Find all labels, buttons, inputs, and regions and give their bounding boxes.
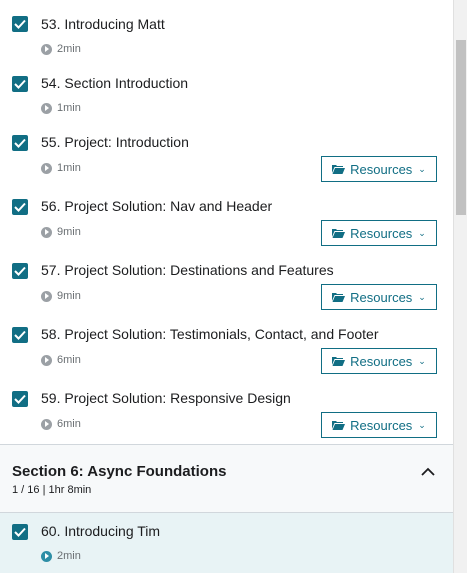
folder-open-icon	[332, 164, 346, 174]
resources-label: Resources	[350, 161, 413, 177]
lecture-meta: 9min	[41, 289, 81, 303]
completed-checkbox[interactable]	[12, 199, 28, 215]
lecture-meta: 9min	[41, 225, 81, 239]
chevron-up-icon[interactable]	[420, 465, 436, 477]
lecture-item[interactable]: 55. Project: Introduction 1min Resources…	[0, 124, 453, 188]
lecture-meta: 2min	[41, 42, 81, 56]
chevron-down-icon: ⌄	[418, 355, 426, 366]
folder-open-icon	[332, 420, 346, 430]
completed-checkbox[interactable]	[12, 135, 28, 151]
play-icon	[41, 354, 52, 366]
resources-button[interactable]: Resources ⌄	[321, 220, 437, 246]
lecture-item[interactable]: 57. Project Solution: Destinations and F…	[0, 252, 453, 316]
chevron-down-icon: ⌄	[418, 227, 426, 238]
lecture-meta: 1min	[41, 101, 81, 115]
resources-button[interactable]: Resources ⌄	[321, 284, 437, 310]
resources-button[interactable]: Resources ⌄	[321, 156, 437, 182]
chevron-down-icon: ⌄	[418, 163, 426, 174]
lecture-title: 55. Project: Introduction	[41, 134, 189, 150]
lecture-duration: 9min	[57, 226, 81, 238]
lecture-item[interactable]: 54. Section Introduction 1min	[0, 62, 453, 124]
section-header[interactable]: Section 6: Async Foundations 1 / 16 | 1h…	[0, 444, 453, 513]
lecture-meta: 2min	[41, 549, 81, 563]
lecture-item[interactable]: 59. Project Solution: Responsive Design …	[0, 380, 453, 444]
play-icon	[41, 102, 52, 114]
play-icon	[41, 226, 52, 238]
folder-open-icon	[332, 356, 346, 366]
lecture-duration: 2min	[57, 43, 81, 55]
resources-button[interactable]: Resources ⌄	[321, 412, 437, 438]
completed-checkbox[interactable]	[12, 263, 28, 279]
lecture-item[interactable]: 58. Project Solution: Testimonials, Cont…	[0, 316, 453, 380]
lecture-meta: 6min	[41, 353, 81, 367]
lecture-title: 59. Project Solution: Responsive Design	[41, 390, 291, 406]
folder-open-icon	[332, 292, 346, 302]
resources-label: Resources	[350, 289, 413, 305]
play-icon	[41, 162, 52, 174]
play-icon	[41, 418, 52, 430]
lecture-meta: 1min	[41, 161, 81, 175]
completed-checkbox[interactable]	[12, 524, 28, 540]
lecture-title: 60. Introducing Tim	[41, 523, 161, 539]
section-title: Section 6: Async Foundations	[12, 463, 227, 480]
folder-open-icon	[332, 228, 346, 238]
resources-label: Resources	[350, 225, 413, 241]
lecture-item[interactable]: 53. Introducing Matt 2min	[0, 0, 453, 62]
lecture-title: 53. Introducing Matt	[41, 16, 165, 32]
lecture-title: 58. Project Solution: Testimonials, Cont…	[41, 326, 379, 342]
play-icon	[41, 290, 52, 302]
lecture-duration: 1min	[57, 102, 81, 114]
course-content-panel: 53. Introducing Matt 2min 54. Section In…	[0, 0, 453, 573]
lecture-duration: 6min	[57, 418, 81, 430]
completed-checkbox[interactable]	[12, 391, 28, 407]
lecture-title: 57. Project Solution: Destinations and F…	[41, 262, 334, 278]
scrollbar-thumb[interactable]	[456, 40, 466, 215]
resources-button[interactable]: Resources ⌄	[321, 348, 437, 374]
chevron-down-icon: ⌄	[418, 419, 426, 430]
lecture-title: 56. Project Solution: Nav and Header	[41, 198, 273, 214]
lecture-duration: 1min	[57, 162, 81, 174]
lecture-title: 54. Section Introduction	[41, 75, 189, 91]
chevron-down-icon: ⌄	[418, 291, 426, 302]
play-icon	[41, 550, 52, 562]
lecture-meta: 6min	[41, 417, 81, 431]
scrollbar[interactable]	[453, 0, 467, 573]
play-icon	[41, 43, 52, 55]
completed-checkbox[interactable]	[12, 16, 28, 32]
lecture-duration: 9min	[57, 290, 81, 302]
resources-label: Resources	[350, 417, 413, 433]
lecture-duration: 2min	[57, 550, 81, 562]
lecture-duration: 6min	[57, 354, 81, 366]
completed-checkbox[interactable]	[12, 76, 28, 92]
section-progress: 1 / 16 | 1hr 8min	[12, 484, 92, 496]
completed-checkbox[interactable]	[12, 327, 28, 343]
lecture-item[interactable]: 56. Project Solution: Nav and Header 9mi…	[0, 188, 453, 252]
lecture-item-active[interactable]: 60. Introducing Tim 2min	[0, 513, 453, 573]
resources-label: Resources	[350, 353, 413, 369]
